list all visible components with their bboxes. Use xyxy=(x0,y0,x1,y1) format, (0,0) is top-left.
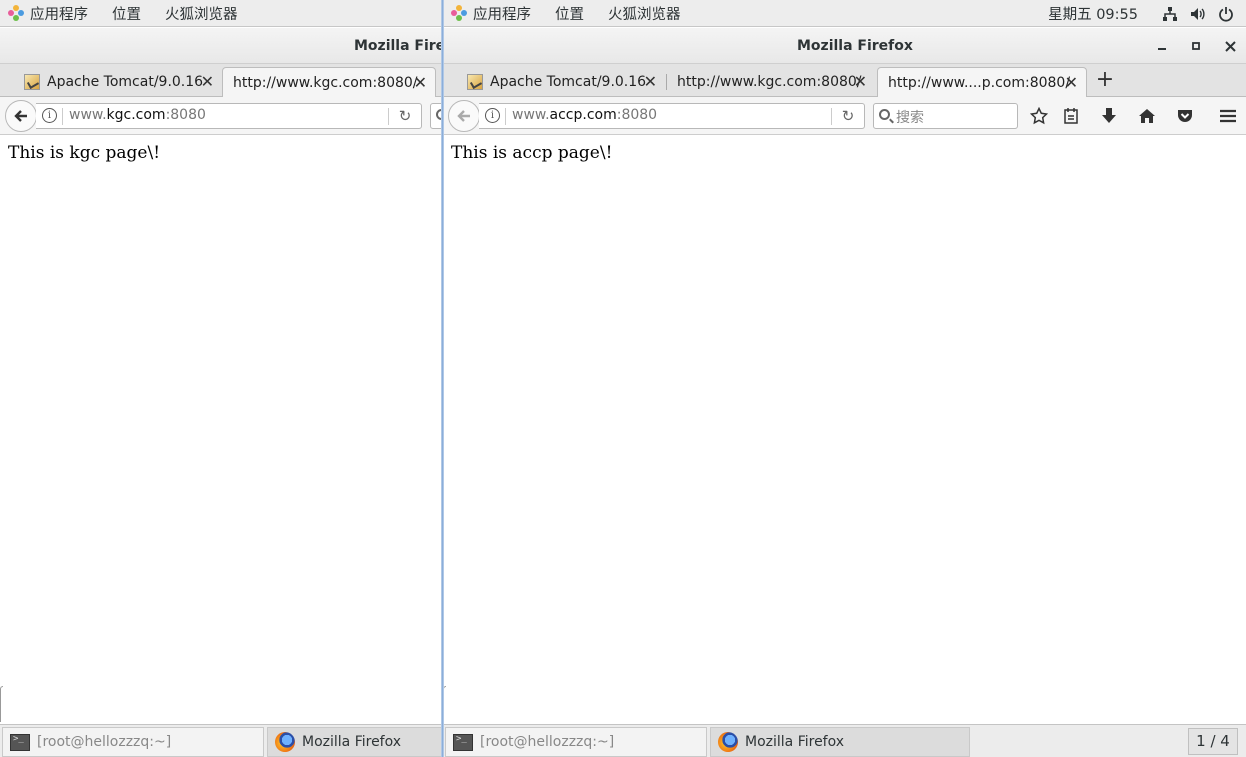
tab-apache-tomcat[interactable]: Apache Tomcat/9.0.16 ✕ xyxy=(14,67,222,97)
navigation-toolbar: i www.accp.com:8080 ↻ 搜索 xyxy=(443,97,1246,135)
minimize-button[interactable] xyxy=(1152,36,1172,56)
top-panel: 应用程序 位置 火狐浏览器 xyxy=(0,0,443,27)
taskbar-firefox[interactable]: Mozilla Firefox xyxy=(710,727,970,757)
tab-title: Apache Tomcat/9.0.16 xyxy=(47,74,204,90)
site-info-icon[interactable]: i xyxy=(42,108,57,123)
tab-apache-tomcat[interactable]: Apache Tomcat/9.0.16 ✕ xyxy=(457,67,665,97)
taskbar-terminal-label: [root@hellozzzq:~] xyxy=(37,734,172,750)
close-window-button[interactable] xyxy=(1220,36,1240,56)
tomcat-favicon-icon xyxy=(467,74,483,90)
download-icon[interactable] xyxy=(1097,104,1121,128)
terminal-icon xyxy=(10,733,30,751)
close-tab-icon[interactable]: ✕ xyxy=(414,73,427,92)
close-tab-icon[interactable]: ✕ xyxy=(1065,73,1078,92)
page-content: This is accp page\! xyxy=(443,136,1246,724)
system-tray: 星期五 09:55 xyxy=(1048,0,1246,27)
url-separator xyxy=(62,108,63,125)
taskbar-firefox-label: Mozilla Firefox xyxy=(745,734,845,750)
page-content: This is kgc page\! xyxy=(0,136,443,724)
firefox-app-menu[interactable]: 火狐浏览器 xyxy=(596,0,693,27)
firefox-icon xyxy=(718,732,738,752)
close-tab-icon[interactable]: ✕ xyxy=(854,72,867,91)
back-button[interactable] xyxy=(5,100,37,132)
maximize-icon xyxy=(1192,42,1200,50)
reload-icon[interactable]: ↻ xyxy=(396,107,414,125)
url-bar[interactable]: i www.kgc.com:8080 ↻ xyxy=(36,103,422,129)
pocket-icon[interactable] xyxy=(1173,104,1197,128)
screen-divider xyxy=(441,0,444,757)
applications-menu[interactable]: 应用程序 xyxy=(0,0,100,27)
navigation-toolbar: i www.kgc.com:8080 ↻ xyxy=(0,97,443,135)
reload-icon[interactable]: ↻ xyxy=(839,107,857,125)
places-menu[interactable]: 位置 xyxy=(100,0,153,27)
url-text[interactable]: www.kgc.com:8080 xyxy=(69,107,206,123)
url-separator xyxy=(505,108,506,125)
home-icon[interactable] xyxy=(1135,104,1159,128)
reading-list-icon[interactable] xyxy=(1059,104,1083,128)
taskbar-firefox[interactable]: Mozilla Firefox xyxy=(267,727,443,757)
tab-title: Apache Tomcat/9.0.16 xyxy=(490,74,647,90)
taskbar-terminal[interactable]: [root@hellozzzq:~] xyxy=(2,727,264,757)
url-separator xyxy=(388,108,389,125)
tab-title: http://www.kgc.com:8080/ xyxy=(233,75,418,91)
window-titlebar[interactable]: Mozilla Firefox xyxy=(443,28,1246,64)
terminal-icon xyxy=(453,733,473,751)
applications-label: 应用程序 xyxy=(30,6,88,23)
page-body-text: This is kgc page\! xyxy=(8,143,161,163)
close-tab-icon[interactable]: ✕ xyxy=(201,72,214,91)
applications-icon xyxy=(8,5,24,21)
tab-kgc[interactable]: http://www.kgc.com:8080/ ✕ xyxy=(222,67,436,98)
window-titlebar[interactable]: Mozilla Firefo xyxy=(0,28,443,64)
clock[interactable]: 星期五 09:55 xyxy=(1048,3,1138,24)
back-arrow-icon xyxy=(14,110,27,122)
tab-title: http://www.kgc.com:8080/ xyxy=(677,74,862,90)
power-icon[interactable] xyxy=(1212,0,1240,27)
left-screen: 应用程序 位置 火狐浏览器 Mozilla Firefo Apache Tomc… xyxy=(0,0,443,757)
close-tab-icon[interactable]: ✕ xyxy=(644,72,657,91)
window-title: Mozilla Firefox xyxy=(797,38,913,54)
tab-strip: Apache Tomcat/9.0.16 ✕ http://www.kgc.co… xyxy=(0,64,443,98)
tab-kgc[interactable]: http://www.kgc.com:8080/ ✕ xyxy=(667,67,875,97)
taskbar-terminal[interactable]: [root@hellozzzq:~] xyxy=(445,727,707,757)
workspace-indicator[interactable]: 1 / 4 xyxy=(1188,728,1238,755)
page-body-text: This is accp page\! xyxy=(451,143,613,163)
firefox-app-menu[interactable]: 火狐浏览器 xyxy=(153,0,250,27)
site-info-icon[interactable]: i xyxy=(485,108,500,123)
applications-menu[interactable]: 应用程序 xyxy=(443,0,543,27)
taskbar-terminal-label: [root@hellozzzq:~] xyxy=(480,734,615,750)
tomcat-favicon-icon xyxy=(24,74,40,90)
back-button[interactable] xyxy=(448,100,480,132)
search-placeholder: 搜索 xyxy=(896,110,924,126)
applications-label: 应用程序 xyxy=(473,6,531,23)
bookmark-star-icon[interactable] xyxy=(1027,104,1051,128)
tab-strip: Apache Tomcat/9.0.16 ✕ http://www.kgc.co… xyxy=(443,64,1246,98)
places-menu[interactable]: 位置 xyxy=(543,0,596,27)
applications-icon xyxy=(451,5,467,21)
back-arrow-icon xyxy=(457,110,470,122)
volume-icon[interactable] xyxy=(1184,0,1212,27)
search-icon xyxy=(879,109,890,120)
minimize-icon xyxy=(1158,48,1166,50)
menu-icon[interactable] xyxy=(1216,104,1240,128)
network-icon[interactable] xyxy=(1156,0,1184,27)
tab-accp[interactable]: http://www....p.com:8080/ ✕ xyxy=(877,67,1087,98)
url-bar[interactable]: i www.accp.com:8080 ↻ xyxy=(479,103,865,129)
firefox-icon xyxy=(275,732,295,752)
taskbar-firefox-label: Mozilla Firefox xyxy=(302,734,402,750)
right-screen: 应用程序 位置 火狐浏览器 星期五 09:55 Mozilla Firefox xyxy=(443,0,1246,757)
url-text[interactable]: www.accp.com:8080 xyxy=(512,107,657,123)
bottom-taskbar: [root@hellozzzq:~] Mozilla Firefox xyxy=(0,724,443,757)
tab-title: http://www....p.com:8080/ xyxy=(888,75,1071,91)
maximize-button[interactable] xyxy=(1186,36,1206,56)
close-icon xyxy=(1224,40,1236,52)
window-title: Mozilla Firefo xyxy=(354,38,443,54)
window-edge xyxy=(0,686,3,722)
search-bar[interactable]: 搜索 xyxy=(873,103,1018,129)
new-tab-button[interactable]: + xyxy=(1093,69,1117,93)
bottom-taskbar: [root@hellozzzq:~] Mozilla Firefox 1 / 4 xyxy=(443,724,1246,757)
url-separator xyxy=(831,108,832,125)
top-panel: 应用程序 位置 火狐浏览器 星期五 09:55 xyxy=(443,0,1246,27)
